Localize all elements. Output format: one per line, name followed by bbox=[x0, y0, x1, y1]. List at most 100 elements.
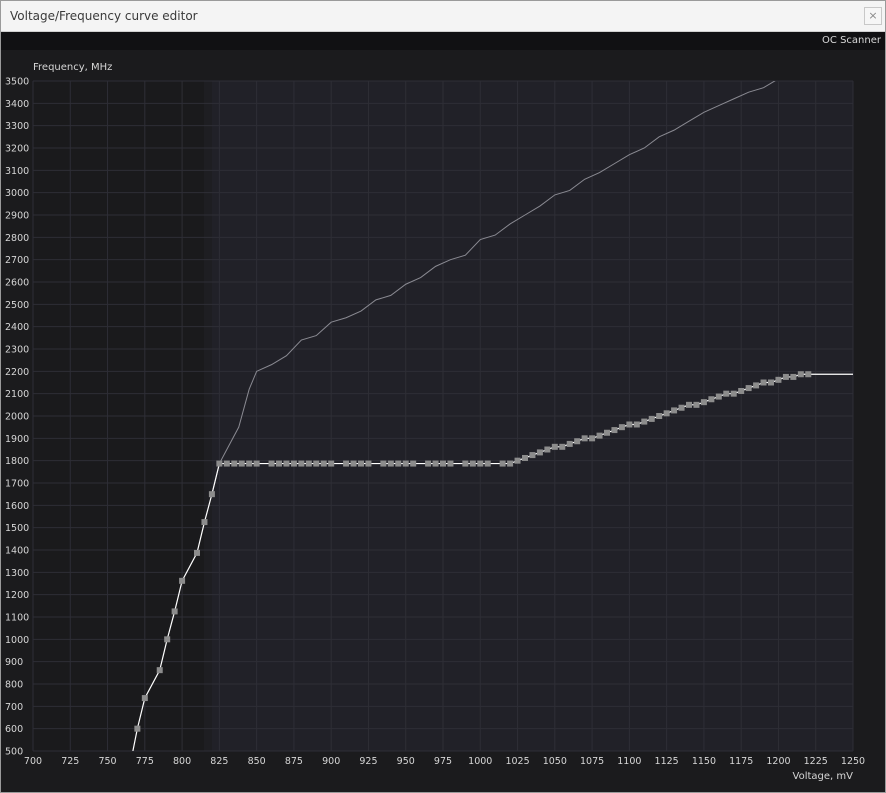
vf-curve-point[interactable] bbox=[283, 460, 290, 467]
vf-curve-point[interactable] bbox=[156, 667, 163, 674]
vf-curve-point[interactable] bbox=[276, 460, 282, 467]
x-tick-label: 925 bbox=[359, 756, 377, 767]
vf-curve-point[interactable] bbox=[618, 424, 625, 431]
vf-curve-point[interactable] bbox=[768, 379, 774, 386]
vf-curve-point[interactable] bbox=[745, 385, 752, 392]
vf-curve-point[interactable] bbox=[402, 460, 409, 467]
vf-curve-point[interactable] bbox=[753, 382, 760, 389]
y-tick-label: 800 bbox=[5, 680, 23, 691]
y-tick-label: 2000 bbox=[5, 412, 29, 423]
vf-curve-point[interactable] bbox=[596, 432, 603, 439]
vf-curve-point[interactable] bbox=[298, 460, 305, 467]
vf-curve-point[interactable] bbox=[559, 443, 566, 450]
vf-curve-point[interactable] bbox=[253, 460, 260, 467]
vf-curve-point[interactable] bbox=[358, 460, 364, 467]
vf-curve-point[interactable] bbox=[328, 460, 335, 467]
vf-curve-point[interactable] bbox=[469, 460, 476, 467]
vf-curve-point[interactable] bbox=[529, 452, 536, 459]
y-tick-label: 1700 bbox=[5, 479, 29, 490]
y-tick-label: 600 bbox=[5, 724, 23, 735]
x-tick-label: 1150 bbox=[692, 756, 716, 767]
vf-curve-point[interactable] bbox=[805, 371, 812, 378]
vf-curve-point[interactable] bbox=[723, 390, 730, 397]
x-tick-label: 1000 bbox=[468, 756, 492, 767]
vf-curve-point[interactable] bbox=[581, 435, 588, 442]
vf-curve-point[interactable] bbox=[715, 393, 722, 400]
vf-curve-point[interactable] bbox=[477, 460, 484, 467]
vf-curve-point[interactable] bbox=[656, 413, 663, 419]
vf-curve-point[interactable] bbox=[194, 549, 200, 556]
vf-curve-point[interactable] bbox=[432, 460, 439, 467]
x-tick-label: 775 bbox=[136, 756, 154, 767]
vf-curve-point[interactable] bbox=[447, 460, 454, 467]
vf-curve-point[interactable] bbox=[514, 457, 521, 464]
vf-curve-point[interactable] bbox=[171, 608, 178, 615]
vf-curve-point[interactable] bbox=[775, 376, 782, 383]
vf-curve-point[interactable] bbox=[231, 460, 238, 467]
vf-curve-point[interactable] bbox=[268, 460, 275, 467]
vf-curve-point[interactable] bbox=[611, 427, 618, 434]
y-tick-label: 700 bbox=[5, 702, 23, 713]
vf-curve-point[interactable] bbox=[387, 460, 394, 467]
vf-curve-point[interactable] bbox=[708, 396, 715, 403]
vf-curve-point[interactable] bbox=[313, 460, 320, 467]
vf-curve-point[interactable] bbox=[790, 373, 797, 380]
vf-curve-point[interactable] bbox=[320, 460, 327, 467]
vf-curve-point[interactable] bbox=[484, 460, 491, 467]
vf-curve-point[interactable] bbox=[536, 449, 543, 456]
vf-curve-point[interactable] bbox=[574, 438, 581, 445]
vf-curve-point[interactable] bbox=[648, 415, 655, 422]
vf-curve-point[interactable] bbox=[507, 460, 514, 467]
vf-curve-point[interactable] bbox=[410, 460, 417, 467]
vf-curve-point[interactable] bbox=[641, 418, 648, 425]
vf-curve-point[interactable] bbox=[693, 401, 700, 408]
vf-curve-point[interactable] bbox=[290, 460, 297, 467]
vf-curve-point[interactable] bbox=[566, 440, 573, 447]
vf-curve-point[interactable] bbox=[305, 460, 312, 467]
vf-curve-point[interactable] bbox=[395, 460, 402, 467]
vf-curve-point[interactable] bbox=[246, 460, 253, 467]
vf-curve-point[interactable] bbox=[499, 460, 506, 467]
x-tick-label: 1175 bbox=[729, 756, 753, 767]
vf-curve-point[interactable] bbox=[462, 460, 469, 467]
vf-curve-point[interactable] bbox=[343, 460, 350, 467]
vf-curve-point[interactable] bbox=[201, 519, 208, 526]
vf-curve-point[interactable] bbox=[760, 379, 767, 386]
vf-curve-chart[interactable]: 700 725 750 775 800 825 850 875 900 925 950 975 1000… bbox=[0, 0, 886, 793]
vf-curve-point[interactable] bbox=[589, 435, 596, 442]
vf-curve-point[interactable] bbox=[216, 460, 223, 467]
vf-curve-point[interactable] bbox=[544, 446, 551, 453]
vf-curve-point[interactable] bbox=[738, 387, 745, 394]
vf-curve-point[interactable] bbox=[797, 371, 804, 378]
vf-curve-point[interactable] bbox=[179, 577, 186, 584]
vf-curve-point[interactable] bbox=[238, 460, 245, 467]
vf-curve-point[interactable] bbox=[551, 443, 558, 450]
vf-curve-point[interactable] bbox=[678, 404, 685, 411]
x-tick-label: 1025 bbox=[505, 756, 529, 767]
vf-curve-point[interactable] bbox=[633, 421, 640, 428]
y-tick-label: 2100 bbox=[5, 389, 29, 400]
vf-curve-point[interactable] bbox=[686, 401, 692, 408]
vf-curve-point[interactable] bbox=[730, 390, 737, 397]
vf-curve-point[interactable] bbox=[663, 410, 670, 417]
x-tick-label: 800 bbox=[173, 756, 191, 767]
vf-curve-point[interactable] bbox=[223, 460, 230, 467]
vf-curve-point[interactable] bbox=[626, 421, 633, 428]
vf-curve-point[interactable] bbox=[522, 454, 528, 461]
y-tick-label: 3200 bbox=[5, 144, 29, 155]
vf-curve-point[interactable] bbox=[350, 460, 357, 467]
y-tick-label: 3300 bbox=[5, 121, 29, 132]
vf-curve-point[interactable] bbox=[604, 429, 610, 436]
vf-curve-point[interactable] bbox=[208, 491, 215, 498]
vf-curve-point[interactable] bbox=[134, 725, 141, 732]
vf-curve-point[interactable] bbox=[700, 399, 707, 406]
vf-curve-point[interactable] bbox=[671, 407, 678, 414]
vf-curve-point[interactable] bbox=[440, 460, 446, 467]
vf-curve-point[interactable] bbox=[425, 460, 432, 467]
vf-curve-point[interactable] bbox=[365, 460, 372, 467]
vf-curve-point[interactable] bbox=[380, 460, 387, 467]
vf-curve-point[interactable] bbox=[164, 636, 171, 643]
vf-curve-point[interactable] bbox=[141, 695, 148, 702]
y-tick-label: 500 bbox=[5, 747, 23, 758]
vf-curve-point[interactable] bbox=[782, 373, 789, 380]
